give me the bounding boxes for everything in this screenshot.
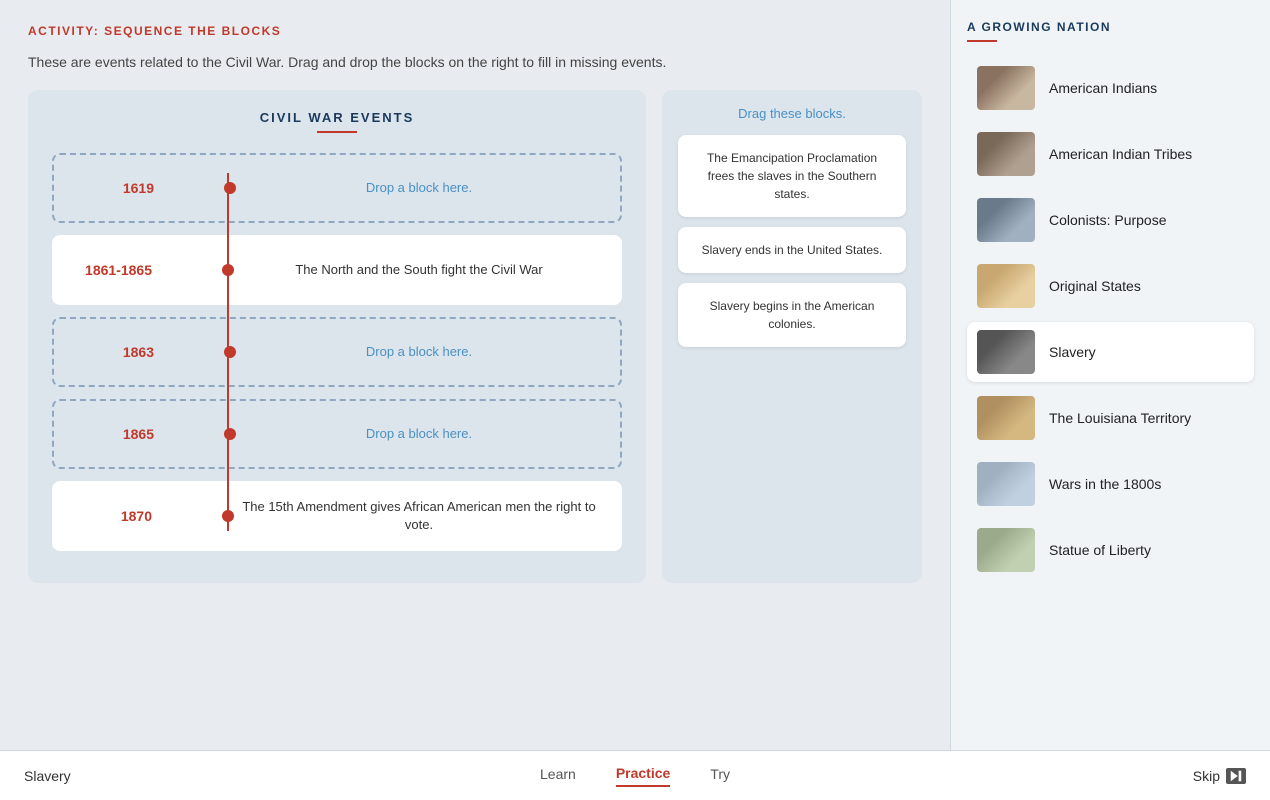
drag-label: Drag these blocks. [678,106,906,121]
sidebar-title: A GROWING NATION [967,20,1254,34]
event-dot-1619 [224,182,236,194]
left-panel: ACTIVITY: SEQUENCE THE BLOCKS These are … [0,0,950,750]
sidebar-item-statue-of-liberty[interactable]: Statue of Liberty [967,520,1254,580]
timeline-event-box-1863[interactable]: 1863 Drop a block here. [52,317,622,387]
sidebar-item-american-indian-tribes[interactable]: American Indian Tribes [967,124,1254,184]
event-text-1863: Drop a block here. [184,331,620,373]
sidebar-thumb-american-indians [977,66,1035,110]
content-row: CIVIL WAR EVENTS 1619 Drop a block here. [28,90,922,583]
right-sidebar: A GROWING NATION American Indians Americ… [950,0,1270,750]
event-year-1870: 1870 [52,508,182,524]
timeline-wrapper: 1619 Drop a block here. 1861-1865 The No… [52,153,622,551]
sidebar-item-louisiana-territory[interactable]: The Louisiana Territory [967,388,1254,448]
tab-practice[interactable]: Practice [616,765,670,787]
sidebar-item-label: The Louisiana Territory [1049,410,1191,426]
sidebar-item-colonists[interactable]: Colonists: Purpose [967,190,1254,250]
event-year-1861: 1861-1865 [52,262,182,278]
skip-button[interactable]: Skip [1193,768,1246,784]
drag-block-1[interactable]: Slavery ends in the United States. [678,227,906,273]
event-dot-1863 [224,346,236,358]
event-text-1619: Drop a block here. [184,167,620,209]
drag-section: Drag these blocks. The Emancipation Proc… [662,90,922,583]
timeline-title: CIVIL WAR EVENTS [52,110,622,125]
skip-icon [1226,768,1246,784]
drag-block-0[interactable]: The Emancipation Proclamation frees the … [678,135,906,217]
sidebar-item-label: Slavery [1049,344,1096,360]
timeline-event: 1870 The 15th Amendment gives African Am… [52,481,622,551]
sidebar-thumb-american-indian-tribes [977,132,1035,176]
timeline-event-box-1865[interactable]: 1865 Drop a block here. [52,399,622,469]
event-year-1619: 1619 [54,180,184,196]
timeline-event: 1861-1865 The North and the South fight … [52,235,622,305]
timeline-event: 1863 Drop a block here. [52,317,622,387]
sidebar-thumb-colonists [977,198,1035,242]
sidebar-item-original-states[interactable]: Original States [967,256,1254,316]
skip-label: Skip [1193,768,1220,784]
sidebar-item-american-indians[interactable]: American Indians [967,58,1254,118]
timeline-section: CIVIL WAR EVENTS 1619 Drop a block here. [28,90,646,583]
sidebar-item-label: Wars in the 1800s [1049,476,1161,492]
activity-title: ACTIVITY: SEQUENCE THE BLOCKS [28,24,922,38]
sidebar-thumb-wars [977,462,1035,506]
main-area: ACTIVITY: SEQUENCE THE BLOCKS These are … [0,0,1270,750]
event-text-1865: Drop a block here. [184,413,620,455]
sidebar-item-wars-1800s[interactable]: Wars in the 1800s [967,454,1254,514]
sidebar-item-slavery[interactable]: Slavery [967,322,1254,382]
sidebar-thumb-slavery [977,330,1035,374]
event-dot-1861 [222,264,234,276]
event-dot-1865 [224,428,236,440]
tab-try[interactable]: Try [710,766,730,786]
sidebar-item-label: American Indian Tribes [1049,146,1192,162]
drag-block-2[interactable]: Slavery begins in the American colonies. [678,283,906,347]
sidebar-thumb-louisiana [977,396,1035,440]
sidebar-item-label: American Indians [1049,80,1157,96]
timeline-event: 1865 Drop a block here. [52,399,622,469]
timeline-event-box-1619[interactable]: 1619 Drop a block here. [52,153,622,223]
event-year-1863: 1863 [54,344,184,360]
event-text-1861: The North and the South fight the Civil … [182,249,622,291]
sidebar-item-label: Colonists: Purpose [1049,212,1167,228]
activity-description: These are events related to the Civil Wa… [28,54,922,70]
timeline-event-box-1861: 1861-1865 The North and the South fight … [52,235,622,305]
sidebar-item-label: Original States [1049,278,1141,294]
sidebar-thumb-original-states [977,264,1035,308]
timeline-event: 1619 Drop a block here. [52,153,622,223]
bottom-topic-label: Slavery [24,768,71,784]
sidebar-divider [967,40,997,42]
event-text-1870: The 15th Amendment gives African America… [182,486,622,546]
tab-learn[interactable]: Learn [540,766,576,786]
sidebar-item-label: Statue of Liberty [1049,542,1151,558]
bottom-nav: Learn Practice Try [540,765,730,787]
event-year-1865: 1865 [54,426,184,442]
sidebar-thumb-statue [977,528,1035,572]
bottom-bar: Slavery Learn Practice Try Skip [0,750,1270,800]
timeline-divider [317,131,357,133]
timeline-event-box-1870: 1870 The 15th Amendment gives African Am… [52,481,622,551]
event-dot-1870 [222,510,234,522]
